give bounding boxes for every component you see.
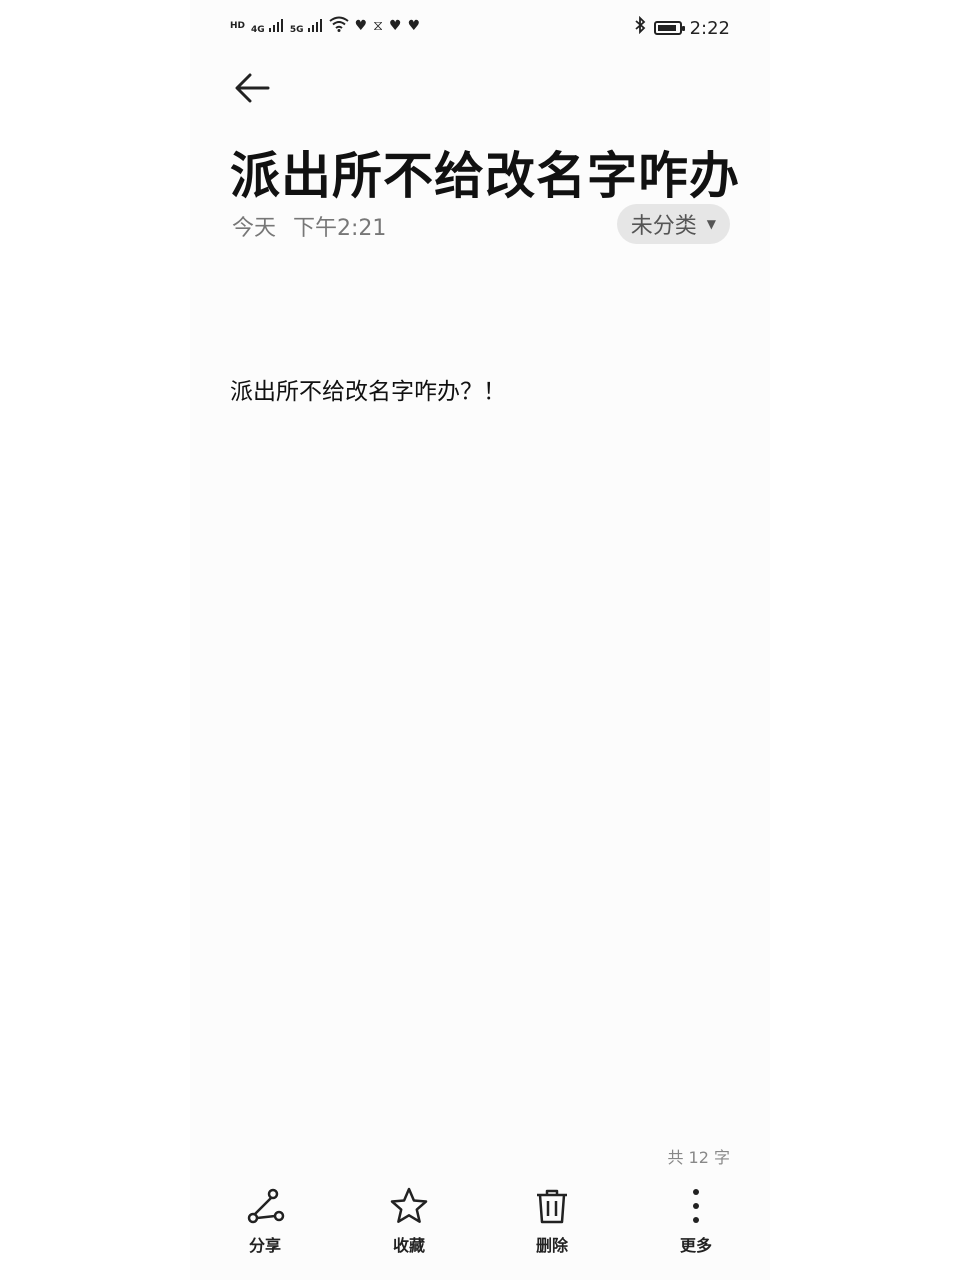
heart-icon: ♥: [389, 18, 402, 34]
status-time: 2:22: [689, 17, 730, 39]
battery-icon: [653, 21, 685, 35]
share-icon: [247, 1188, 285, 1224]
trash-icon: [537, 1189, 567, 1224]
word-count: 共 12 字: [667, 1148, 730, 1167]
more-label: 更多: [679, 1236, 712, 1255]
hd-icon: HD: [230, 21, 246, 31]
note-time: 下午2:21: [293, 216, 387, 241]
favorite-button[interactable]: 收藏: [364, 1182, 454, 1256]
heart-icon: ♥: [354, 18, 368, 34]
category-label: 未分类: [630, 214, 697, 239]
delete-label: 删除: [535, 1236, 568, 1255]
back-button[interactable]: [230, 66, 274, 110]
status-bar: HD 4G 5G ♥ ⧖ ♥ ♥ 2:22: [230, 14, 730, 42]
note-date: 今天: [232, 216, 277, 241]
note-timestamp: 今天 下午2:21: [232, 210, 386, 242]
note-screen: HD 4G 5G ♥ ⧖ ♥ ♥ 2:22 派出所不给改名字咋办 今天 下午2:…: [190, 0, 770, 1280]
caret-down-icon: ▼: [706, 217, 716, 231]
delete-button[interactable]: 删除: [507, 1182, 597, 1256]
back-arrow-icon: [235, 73, 270, 103]
favorite-label: 收藏: [392, 1236, 425, 1255]
note-body[interactable]: 派出所不给改名字咋办？！: [230, 372, 506, 406]
share-button[interactable]: 分享: [220, 1182, 310, 1256]
category-dropdown[interactable]: 未分类 ▼: [616, 204, 730, 244]
bottom-toolbar: 分享 收藏 删除 更多: [190, 1180, 770, 1280]
heart-icon: ♥: [407, 18, 421, 34]
wifi-icon: [328, 16, 349, 36]
more-vertical-icon: [693, 1189, 699, 1223]
4g-signal-icon: 4G: [251, 18, 284, 35]
more-button[interactable]: 更多: [651, 1182, 741, 1256]
5g-signal-icon: 5G: [290, 18, 323, 35]
bluetooth-icon: [634, 15, 646, 40]
hourglass-icon: ⧖: [373, 18, 383, 34]
share-label: 分享: [248, 1236, 281, 1255]
note-title[interactable]: 派出所不给改名字咋办: [230, 136, 739, 208]
star-icon: [390, 1187, 428, 1223]
